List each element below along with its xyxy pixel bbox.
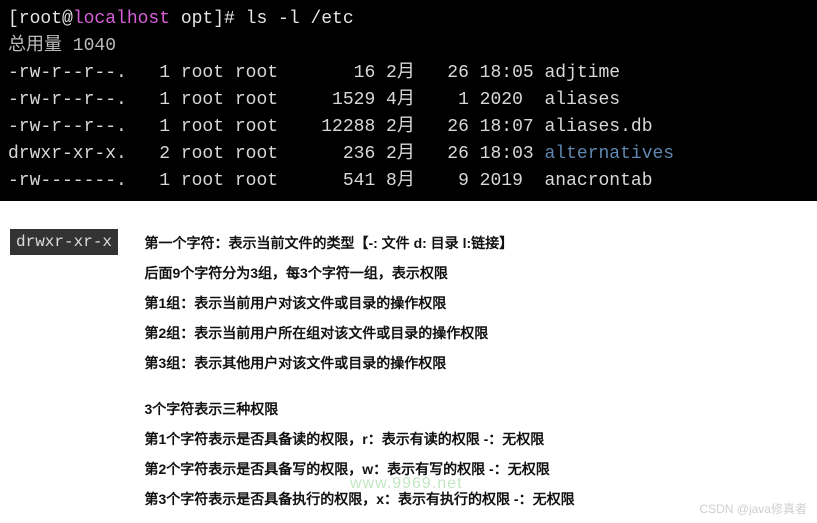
csdn-watermark: CSDN @java修真者 bbox=[699, 500, 807, 517]
perm-string-badge: drwxr-xr-x bbox=[10, 229, 118, 255]
site-watermark: www.9969.net bbox=[350, 475, 463, 493]
explanation-text: 第一个字符：表示当前文件的类型【-: 文件 d: 目录 l:链接】后面9个字符分… bbox=[144, 229, 574, 515]
explanation-block: drwxr-xr-x 第一个字符：表示当前文件的类型【-: 文件 d: 目录 l… bbox=[0, 201, 817, 523]
terminal-output: [root@localhost opt]# ls -l /etc 总用量 104… bbox=[0, 0, 817, 201]
